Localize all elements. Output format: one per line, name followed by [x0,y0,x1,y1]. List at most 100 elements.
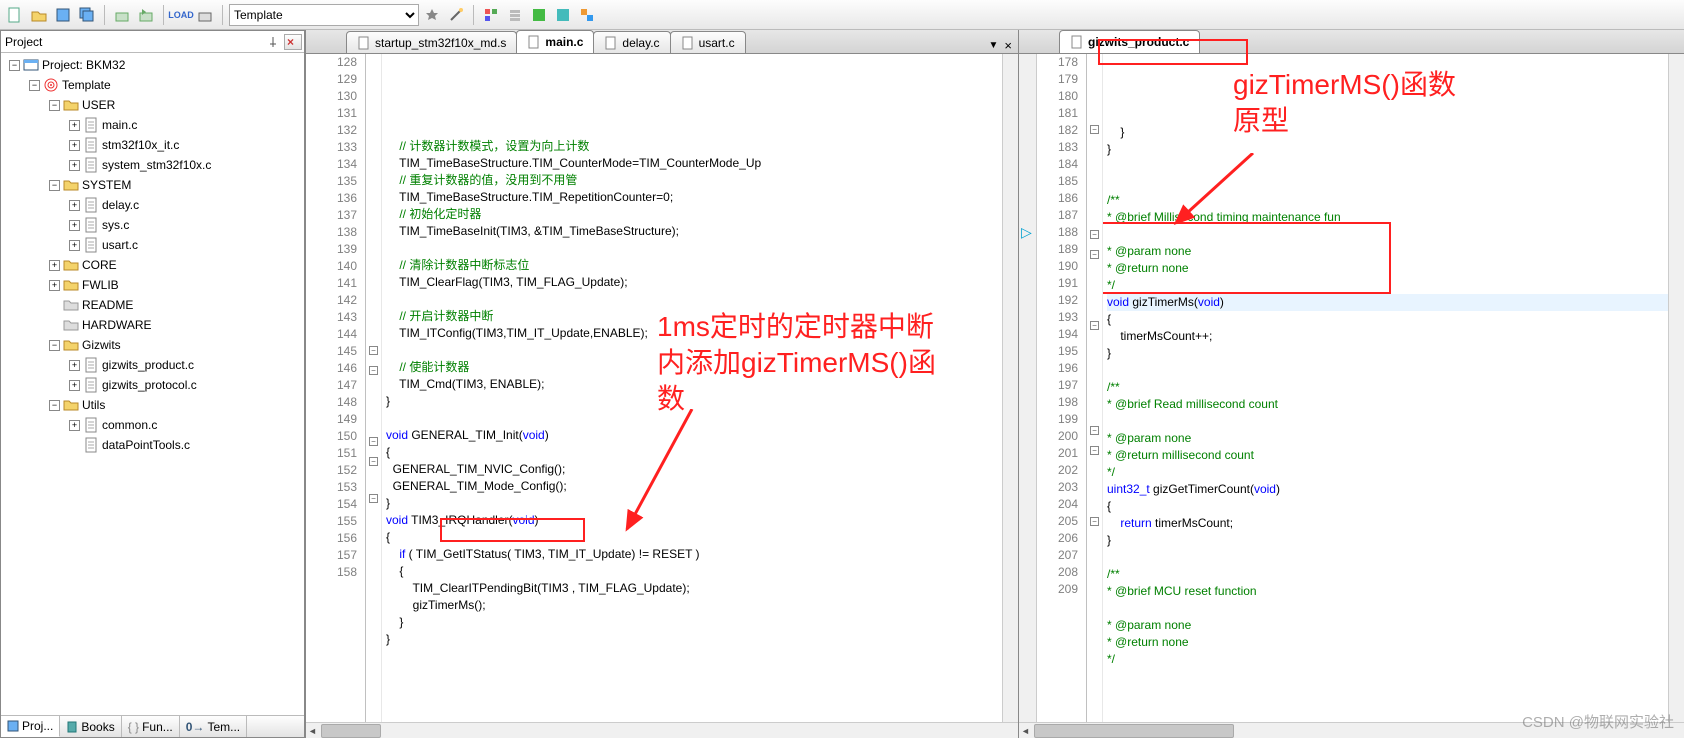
tab-dropdown-icon[interactable]: ▼ [989,40,999,51]
fold-toggle-icon[interactable]: − [369,494,378,503]
pane-tab-templates[interactable]: 0→Tem... [180,716,247,737]
multi-icon[interactable] [576,4,598,26]
expand-toggle-minus-icon[interactable]: − [29,80,40,91]
fold-toggle-icon[interactable]: − [1090,517,1099,526]
tree-node[interactable]: +system_stm32f10x.c [1,155,304,175]
tree-node[interactable]: +usart.c [1,235,304,255]
pane-tab-books[interactable]: Books [60,716,121,737]
code-line[interactable]: // 重复计数器的值，没用到不用管 [386,172,1002,189]
code-line[interactable]: /** [1107,192,1668,209]
close-pane-button[interactable]: × [284,34,302,50]
code-line[interactable]: { [1107,498,1668,515]
tree-node[interactable]: +sys.c [1,215,304,235]
tree-node[interactable]: +main.c [1,115,304,135]
tree-node[interactable]: HARDWARE [1,315,304,335]
tree-node[interactable]: +CORE [1,255,304,275]
code-line[interactable]: TIM_TimeBaseInit(TIM3, &TIM_TimeBaseStru… [386,223,1002,240]
expand-toggle-minus-icon[interactable]: − [9,60,20,71]
open-icon[interactable] [28,4,50,26]
manage-icon[interactable] [480,4,502,26]
expand-toggle-minus-icon[interactable]: − [49,100,60,111]
code-line[interactable]: gizTimerMs(); [386,597,1002,614]
code-line[interactable] [386,410,1002,427]
fold-toggle-icon[interactable]: − [1090,230,1099,239]
tree-node[interactable]: +common.c [1,415,304,435]
code-line[interactable] [1107,226,1668,243]
expand-toggle-plus-icon[interactable]: + [49,280,60,291]
expand-toggle-plus-icon[interactable]: + [49,260,60,271]
fold-toggle-icon[interactable]: − [1090,250,1099,259]
code-line[interactable]: * @return millisecond count [1107,447,1668,464]
editor-tab[interactable]: gizwits_product.c [1059,30,1200,53]
code-line[interactable]: } [386,614,1002,631]
code-line[interactable]: } [1107,345,1668,362]
editor-tab[interactable]: usart.c [670,31,746,53]
expand-toggle-plus-icon[interactable]: + [69,420,80,431]
code-line[interactable]: /** [1107,379,1668,396]
code-line[interactable]: * @param none [1107,243,1668,260]
code-line[interactable] [386,342,1002,359]
code-line[interactable] [1107,413,1668,430]
build-icon[interactable] [111,4,133,26]
code-line[interactable]: } [1107,532,1668,549]
code-line[interactable] [386,291,1002,308]
expand-toggle-plus-icon[interactable]: + [69,200,80,211]
target-select[interactable]: Template [229,4,419,26]
tree-node[interactable]: +stm32f10x_it.c [1,135,304,155]
fold-toggle-icon[interactable]: − [369,437,378,446]
tree-node[interactable]: −Gizwits [1,335,304,355]
code-line[interactable]: // 开启计数器中断 [386,308,1002,325]
expand-toggle-plus-icon[interactable]: + [69,160,80,171]
right-code-area[interactable]: ▷ 17817918018118218318418518618718818919… [1019,54,1684,722]
green-icon[interactable] [528,4,550,26]
expand-toggle-minus-icon[interactable]: − [49,340,60,351]
right-vscrollbar[interactable] [1668,54,1684,722]
tree-node[interactable]: −USER [1,95,304,115]
code-line[interactable]: TIM_TimeBaseStructure.TIM_RepetitionCoun… [386,189,1002,206]
code-line[interactable]: * @return none [1107,260,1668,277]
code-line[interactable]: * @brief MCU reset function [1107,583,1668,600]
code-line[interactable]: TIM_Cmd(TIM3, ENABLE); [386,376,1002,393]
fold-toggle-icon[interactable]: − [369,366,378,375]
pin-icon[interactable] [264,34,282,50]
code-line[interactable]: uint32_t gizGetTimerCount(void) [1107,481,1668,498]
code-line[interactable]: if ( TIM_GetITStatus( TIM3, TIM_IT_Updat… [386,546,1002,563]
expand-toggle-minus-icon[interactable]: − [49,180,60,191]
load-icon[interactable]: LOAD [170,4,192,26]
code-line[interactable]: } [386,393,1002,410]
cyan-icon[interactable] [552,4,574,26]
pane-tab-project[interactable]: Proj... [1,716,60,737]
fold-toggle-icon[interactable]: − [1090,125,1099,134]
code-line[interactable]: return timerMsCount; [1107,515,1668,532]
code-line[interactable]: TIM_ClearITPendingBit(TIM3 , TIM_FLAG_Up… [386,580,1002,597]
tab-close-icon[interactable]: × [1004,38,1012,53]
expand-toggle-plus-icon[interactable]: + [69,140,80,151]
code-line[interactable]: // 清除计数器中断标志位 [386,257,1002,274]
code-line[interactable]: } [386,631,1002,648]
code-line[interactable] [1107,362,1668,379]
pane-tab-functions[interactable]: { }Fun... [122,716,180,737]
tree-node[interactable]: +FWLIB [1,275,304,295]
save-all-icon[interactable] [76,4,98,26]
right-hscrollbar[interactable]: ◄ [1019,722,1684,738]
left-code-area[interactable]: 1281291301311321331341351361371381391401… [306,54,1018,722]
code-line[interactable]: /** [1107,566,1668,583]
tree-node[interactable]: −Utils [1,395,304,415]
code-line[interactable]: */ [1107,464,1668,481]
fold-toggle-icon[interactable]: − [1090,446,1099,455]
code-line[interactable]: void TIM3_IRQHandler(void) [386,512,1002,529]
code-line[interactable]: } [1107,124,1668,141]
tree-node[interactable]: +delay.c [1,195,304,215]
fold-toggle-icon[interactable]: − [369,457,378,466]
code-line[interactable]: */ [1107,277,1668,294]
code-line[interactable] [1107,600,1668,617]
code-line[interactable]: * @brief Millisecond timing maintenance … [1107,209,1668,226]
expand-toggle-minus-icon[interactable]: − [49,400,60,411]
code-line[interactable]: * @brief Read millisecond count [1107,396,1668,413]
rebuild-icon[interactable] [135,4,157,26]
code-line[interactable]: GENERAL_TIM_Mode_Config(); [386,478,1002,495]
code-line[interactable]: TIM_TimeBaseStructure.TIM_CounterMode=TI… [386,155,1002,172]
expand-toggle-plus-icon[interactable]: + [69,380,80,391]
code-line[interactable]: { [1107,311,1668,328]
code-line[interactable]: { [386,563,1002,580]
